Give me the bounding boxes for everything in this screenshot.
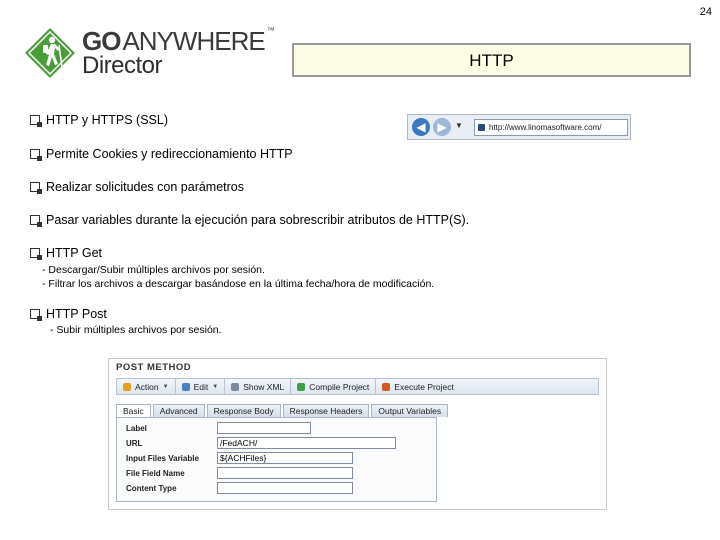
tab-advanced[interactable]: Advanced (152, 404, 205, 417)
checkbox-bullet-icon (30, 115, 42, 127)
goanywhere-logo: GOANYWHERE ™ Director (24, 24, 275, 80)
bullet-item: HTTP Get (30, 246, 102, 260)
tab-output-variables[interactable]: Output Variables (371, 404, 449, 417)
input-files-variable-label: Input Files Variable (126, 454, 199, 463)
checkbox-bullet-icon (30, 182, 42, 194)
browser-toolbar-screenshot: ◀ ▶ ▼ http://www.linomasoftware.com/ (407, 114, 631, 140)
file-field-name-label: File Field Name (126, 469, 185, 478)
hiker-logo-icon (25, 28, 75, 78)
chevron-down-icon: ▼ (162, 383, 169, 390)
input-files-variable-input[interactable]: ${ACHFiles} (217, 452, 353, 464)
bullet-text: Realizar solicitudes con parámetros (46, 180, 245, 194)
bullet-text: HTTP Get (46, 246, 103, 260)
execute-icon (382, 382, 391, 391)
checkbox-bullet-icon (30, 215, 42, 227)
show-xml-button[interactable]: Show XML (225, 379, 292, 394)
bullet-item: HTTP Post (30, 307, 107, 321)
compile-icon (297, 382, 306, 391)
label-input[interactable] (217, 422, 311, 434)
tab-response-headers[interactable]: Response Headers (282, 404, 370, 417)
page-number: 24 (699, 6, 712, 18)
bullet-text: Pasar variables durante la ejecución par… (46, 213, 470, 227)
compile-project-button[interactable]: Compile Project (291, 379, 377, 394)
edit-label: Edit (193, 381, 209, 392)
get-subitem: - Descargar/Subir múltiples archivos por… (42, 264, 265, 276)
panel-tabs: Basic Advanced Response Body Response He… (116, 404, 450, 418)
post-method-panel: POST METHOD Action ▼ Edit ▼ Show XML Com… (108, 358, 607, 510)
get-subitem: - Filtrar los archivos a descargar basán… (42, 278, 435, 290)
logo-product-name: Director (82, 52, 163, 79)
content-type-label: Content Type (126, 484, 177, 493)
url-input[interactable]: /FedACH/ (217, 437, 396, 449)
show-xml-label: Show XML (243, 381, 285, 392)
content-type-input[interactable] (217, 482, 353, 494)
url-field-label: URL (126, 439, 143, 448)
post-subitem: - Subir múltiples archivos por sesión. (50, 324, 222, 336)
checkbox-bullet-icon (30, 149, 42, 161)
bullet-item: Pasar variables durante la ejecución par… (30, 213, 469, 227)
forward-arrow-icon[interactable]: ▶ (433, 118, 451, 136)
slide-title-text: HTTP (469, 51, 514, 70)
address-text: http://www.linomasoftware.com/ (489, 123, 602, 132)
edit-menu-button[interactable]: Edit ▼ (176, 379, 226, 394)
bullet-text: Permite Cookies y redireccionamiento HTT… (46, 147, 293, 161)
bullet-item: Realizar solicitudes con parámetros (30, 180, 244, 194)
panel-toolbar: Action ▼ Edit ▼ Show XML Compile Project… (116, 378, 599, 395)
tab-basic[interactable]: Basic (116, 404, 151, 418)
action-icon (123, 382, 131, 391)
bullet-text: HTTP Post (46, 307, 107, 321)
bullet-item: HTTP y HTTPS (SSL) (30, 113, 168, 127)
bullet-item: Permite Cookies y redireccionamiento HTT… (30, 147, 293, 161)
action-label: Action (135, 381, 159, 392)
compile-project-label: Compile Project (309, 381, 370, 392)
execute-project-button[interactable]: Execute Project (376, 379, 460, 394)
xml-icon (231, 382, 240, 391)
file-field-name-input[interactable] (217, 467, 353, 479)
chevron-down-icon: ▼ (212, 383, 219, 390)
action-menu-button[interactable]: Action ▼ (117, 379, 176, 394)
history-dropdown-icon[interactable]: ▼ (455, 121, 463, 130)
checkbox-bullet-icon (30, 309, 42, 321)
panel-title: POST METHOD (116, 362, 192, 373)
bullet-text: HTTP y HTTPS (SSL) (46, 113, 169, 127)
favicon-icon (478, 124, 485, 131)
address-bar[interactable]: http://www.linomasoftware.com/ (474, 119, 628, 136)
checkbox-bullet-icon (30, 248, 42, 260)
edit-icon (181, 382, 190, 391)
tab-response-body[interactable]: Response Body (206, 404, 281, 417)
label-field-label: Label (126, 424, 147, 433)
slide-title: HTTP (292, 43, 691, 77)
execute-project-label: Execute Project (394, 381, 454, 392)
back-arrow-icon[interactable]: ◀ (412, 118, 430, 136)
basic-tab-content: Label URL /FedACH/ Input Files Variable … (116, 417, 437, 502)
